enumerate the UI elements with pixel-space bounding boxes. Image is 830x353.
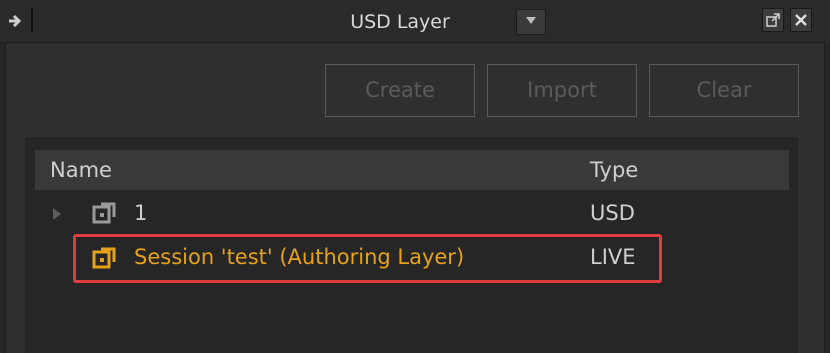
tree-header	[35, 150, 789, 190]
clear-button[interactable]: Clear	[649, 64, 799, 117]
expand-arrow-icon[interactable]	[52, 206, 62, 220]
title-separator	[31, 8, 33, 32]
window-title: USD Layer	[350, 11, 450, 33]
close-button[interactable]	[790, 8, 812, 32]
create-button[interactable]: Create	[325, 64, 475, 117]
tree-row-type: USD	[590, 201, 635, 225]
title-bar: USD Layer	[0, 0, 830, 42]
column-header-name[interactable]: Name	[50, 156, 112, 184]
tree-row-name: 1	[134, 201, 148, 225]
column-header-type[interactable]: Type	[590, 156, 638, 184]
layer-icon	[92, 200, 118, 226]
dock-arrow-icon[interactable]	[6, 10, 32, 32]
tree-row-layer-1[interactable]	[35, 194, 789, 232]
undock-button[interactable]	[762, 8, 784, 32]
chevron-down-icon	[526, 17, 536, 24]
popout-icon	[766, 13, 780, 27]
close-icon	[795, 14, 807, 26]
import-button[interactable]: Import	[487, 64, 637, 117]
highlight-box	[73, 234, 662, 283]
title-dropdown-button[interactable]	[516, 9, 546, 35]
